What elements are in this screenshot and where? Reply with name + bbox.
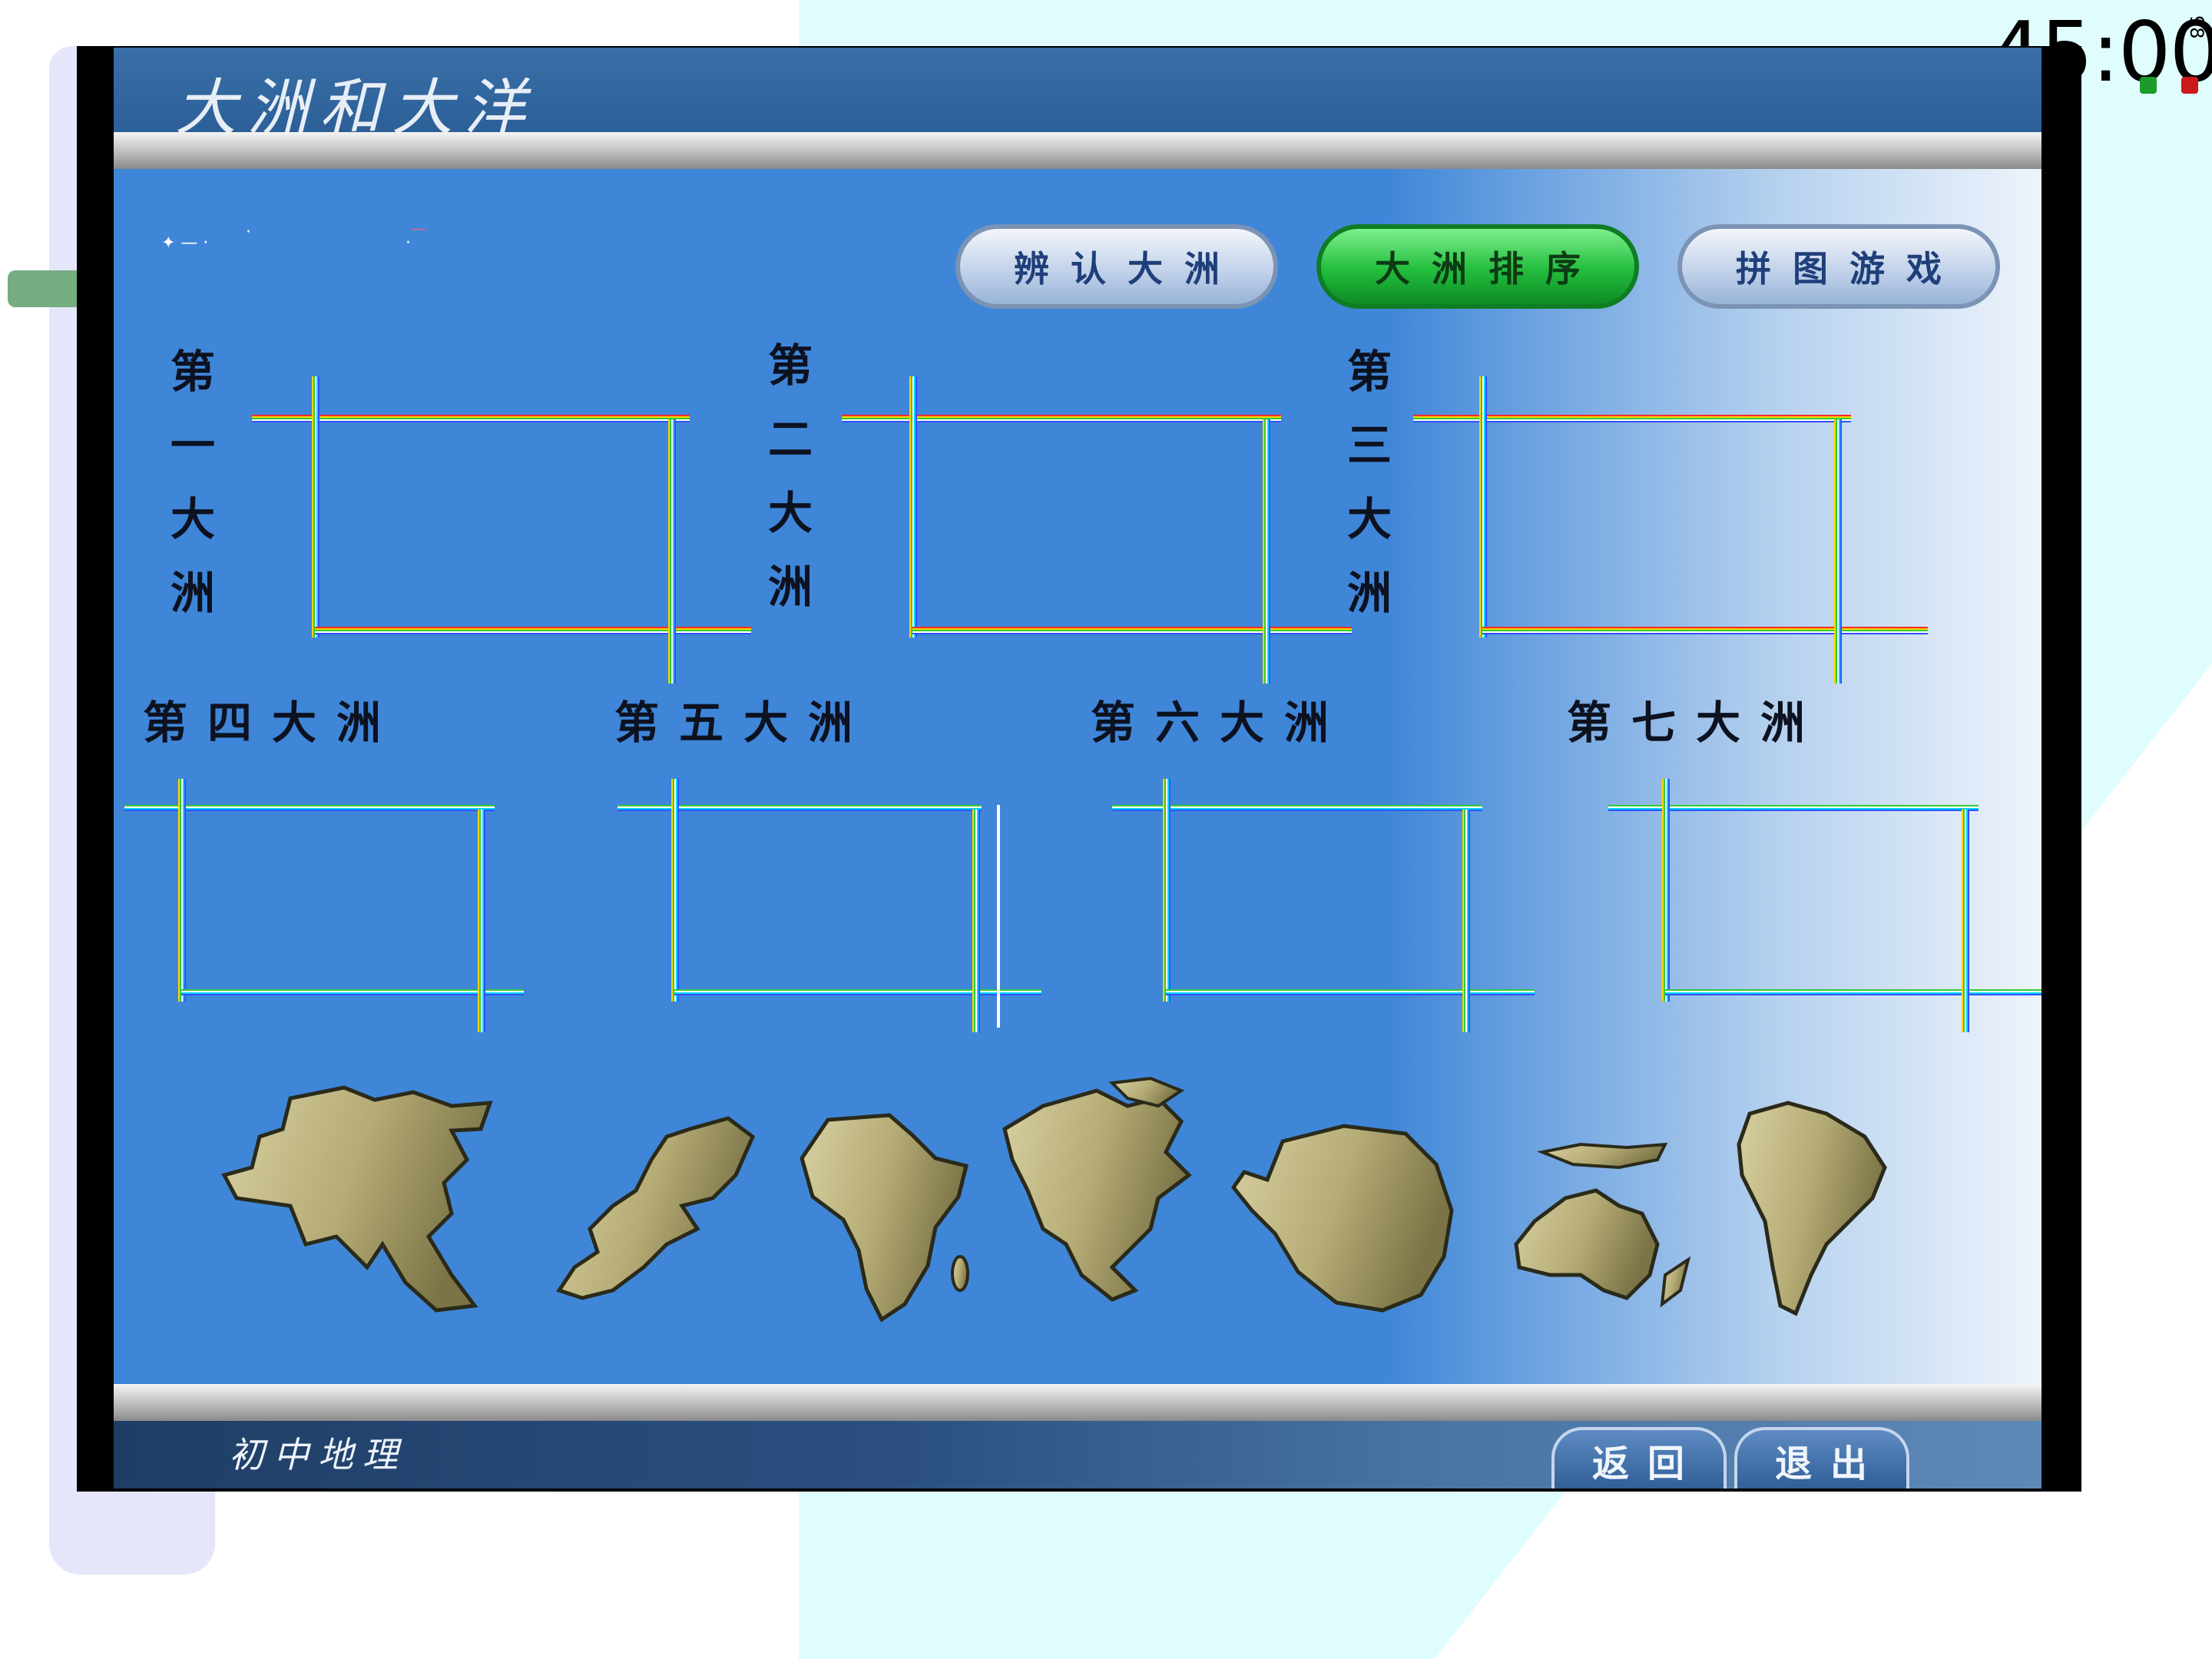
south-america-icon[interactable]: [1734, 1098, 1888, 1321]
slot-2-label: 第二大洲: [767, 339, 813, 613]
europe-icon[interactable]: [551, 1114, 759, 1306]
slot-4-label: 第四大洲: [143, 697, 402, 749]
bottom-rail: [114, 1384, 2041, 1421]
slot-7-drop-zone[interactable]: [1608, 779, 2041, 1040]
bottom-bar: 初中地理 返回 退出: [114, 1421, 2041, 1488]
slot-6-drop-zone[interactable]: [1112, 779, 1542, 1040]
title-bar: 大洲和大洋: [114, 48, 2041, 144]
sparkle-icon: ·: [406, 233, 411, 253]
side-tab-decoration: [8, 270, 84, 307]
mode-sort-button[interactable]: 大洲排序: [1316, 224, 1639, 309]
sparkle-icon: ·: [246, 223, 251, 242]
slot-1-drop-zone[interactable]: [252, 376, 751, 684]
slot-6-label: 第六大洲: [1091, 697, 1349, 749]
slot-3-label: 第三大洲: [1346, 346, 1392, 619]
sparkle-icon: —: [410, 220, 427, 239]
asia-icon[interactable]: [221, 1083, 505, 1313]
timer-seconds: 98: [2186, 15, 2207, 39]
subject-label: 初中地理: [229, 1434, 407, 1475]
slot-4-drop-zone[interactable]: [124, 779, 524, 1040]
app-window: 大洲和大洋 ✦ — · · — · 辨认大洲 大洲排序 拼图游戏 第一大洲 第二…: [114, 48, 2041, 1488]
slot-1-label: 第一大洲: [170, 346, 215, 619]
top-rail: [114, 132, 2041, 169]
slot-5-label: 第五大洲: [614, 697, 873, 749]
timer-play-icon[interactable]: [2140, 77, 2157, 94]
oceania-icon[interactable]: [1512, 1137, 1704, 1321]
slot-5-drop-zone[interactable]: [618, 779, 1048, 1040]
sparkle-icon: ✦ — ·: [161, 233, 209, 253]
mode-identify-button[interactable]: 辨认大洲: [955, 224, 1278, 309]
back-button[interactable]: 返回: [1551, 1427, 1727, 1488]
africa-icon[interactable]: [797, 1112, 982, 1327]
timer-stop-icon[interactable]: [2181, 77, 2198, 94]
main-panel: ✦ — · · — · 辨认大洲 大洲排序 拼图游戏 第一大洲 第二大洲 第三大…: [114, 169, 2041, 1384]
slot-7-label: 第七大洲: [1567, 697, 1826, 749]
mode-puzzle-button[interactable]: 拼图游戏: [1677, 224, 2000, 309]
north-america-icon[interactable]: [997, 1075, 1204, 1306]
antarctica-icon[interactable]: [1229, 1118, 1459, 1318]
exit-button[interactable]: 退出: [1734, 1427, 1909, 1488]
slot-3-drop-zone[interactable]: [1413, 376, 1936, 684]
slot-2-drop-zone[interactable]: [842, 376, 1352, 684]
